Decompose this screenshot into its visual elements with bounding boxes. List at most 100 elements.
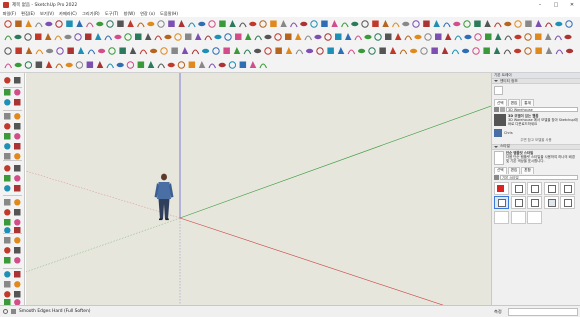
toolbar-tool-icon[interactable] [410,48,418,54]
toolbar-tool-icon[interactable] [157,63,166,69]
palette-tool-icon[interactable] [4,271,11,278]
toolbar-tool-icon[interactable] [259,20,267,28]
toolbar-tool-icon[interactable] [65,62,73,68]
toolbar-tool-icon[interactable] [494,22,502,28]
menu-window[interactable]: 창(W) [121,11,137,17]
menu-help[interactable]: 도움말(H) [157,11,180,17]
toolbar-tool-icon[interactable] [64,34,72,40]
toolbar-tool-icon[interactable] [392,22,400,28]
tab-styles-edit[interactable]: 편집 [507,166,521,174]
toolbar-tool-icon[interactable] [504,35,513,41]
toolbar-tool-icon[interactable] [150,48,158,54]
toolbar-tool-icon[interactable] [117,20,124,28]
palette-tool-icon[interactable] [4,123,11,130]
toolbar-tool-icon[interactable] [76,20,83,27]
toolbar-tool-icon[interactable] [259,63,268,69]
toolbar-tool-icon[interactable] [188,61,196,69]
toolbar-tool-icon[interactable] [24,61,33,69]
menu-draw[interactable]: 그리기(R) [79,11,102,17]
toolbar-tool-icon[interactable] [45,33,52,40]
toolbar-tool-icon[interactable] [167,62,175,68]
toolbar-tool-icon[interactable] [379,47,386,55]
toolbar-tool-icon[interactable] [160,47,168,55]
toolbar-tool-icon[interactable] [483,47,490,55]
style-thumbnail[interactable] [560,181,575,195]
toolbar-tool-icon[interactable] [219,20,226,28]
toolbar-tool-icon[interactable] [493,47,501,54]
toolbar-tool-icon[interactable] [535,20,542,27]
palette-tool-icon[interactable] [14,133,21,140]
toolbar-tool-icon[interactable] [275,47,282,55]
toolbar-tool-icon[interactable] [514,48,522,54]
tab-styles-select[interactable]: 선택 [494,166,507,174]
toolbar-tool-icon[interactable] [554,35,563,41]
toolbar-tool-icon[interactable] [389,47,397,54]
toolbar-tool-icon[interactable] [114,34,122,40]
toolbar-tool-icon[interactable] [443,22,451,28]
toolbar-tool-icon[interactable] [382,20,389,27]
toolbar-tool-icon[interactable] [358,48,366,54]
palette-tool-icon[interactable] [4,113,11,120]
toolbar-tool-icon[interactable] [174,33,182,41]
toolbar-tool-icon[interactable] [208,63,217,69]
palette-tool-icon[interactable] [14,123,21,130]
style-thumbnail-selected[interactable] [494,196,509,210]
toolbar-tool-icon[interactable] [202,48,210,54]
toolbar-tool-icon[interactable] [451,49,460,55]
palette-tool-icon[interactable] [14,291,21,298]
toolbar-tool-icon[interactable] [129,47,137,54]
style-thumbnail[interactable] [543,181,559,195]
toolbar-tool-icon[interactable] [274,33,282,41]
toolbar-tool-icon[interactable] [191,49,200,55]
palette-tool-icon[interactable] [14,257,21,264]
toolbar-tool-icon[interactable] [25,47,33,54]
toolbar-tool-icon[interactable] [171,47,178,55]
tab-statistics[interactable]: 통계 [521,99,534,106]
toolbar-tool-icon[interactable] [337,47,345,54]
toolbar-tool-icon[interactable] [295,33,302,40]
toolbar-tool-icon[interactable] [433,20,440,27]
toolbar-tool-icon[interactable] [137,61,145,69]
toolbar-tool-icon[interactable] [35,22,43,28]
toolbar-tool-icon[interactable] [372,20,379,28]
toolbar-tool-icon[interactable] [35,49,44,55]
palette-tool-icon[interactable] [14,237,21,244]
toolbar-tool-icon[interactable] [300,21,308,27]
toolbar-tool-icon[interactable] [280,20,287,27]
palette-tool-icon[interactable] [14,165,21,172]
toolbar-tool-icon[interactable] [106,63,115,69]
style-thumbnail[interactable] [527,196,542,210]
toolbar-tool-icon[interactable] [565,20,573,28]
toolbar-tool-icon[interactable] [420,47,428,55]
toolbar-tool-icon[interactable] [239,22,247,28]
toolbar-tool-icon[interactable] [15,47,22,55]
toolbar-tool-icon[interactable] [178,20,185,27]
toolbar-tool-icon[interactable] [245,33,252,40]
palette-tool-icon[interactable] [4,153,11,160]
toolbar-tool-icon[interactable] [4,35,13,41]
toolbar-tool-icon[interactable] [35,33,42,41]
toolbar-tool-icon[interactable] [331,20,338,27]
toolbar-tool-icon[interactable] [485,33,492,41]
toolbar-tool-icon[interactable] [181,47,189,54]
toolbar-tool-icon[interactable] [223,47,230,55]
toolbar-tool-icon[interactable] [441,47,449,54]
menu-camera[interactable]: 카메라(C) [56,11,79,17]
style-thumbnail[interactable] [560,196,575,210]
toolbar-tool-icon[interactable] [124,33,132,41]
toolbar-tool-icon[interactable] [243,49,252,55]
toolbar-tool-icon[interactable] [316,47,324,55]
toolbar-tool-icon[interactable] [404,35,413,41]
toolbar-tool-icon[interactable] [46,48,54,54]
toolbar-tool-icon[interactable] [104,35,113,41]
palette-tool-icon[interactable] [14,271,21,278]
toolbar-tool-icon[interactable] [484,20,491,27]
toolbar-tool-icon[interactable] [233,47,241,54]
toolbar-tool-icon[interactable] [503,49,512,55]
toolbar-tool-icon[interactable] [424,33,432,41]
toolbar-tool-icon[interactable] [347,49,356,55]
toolbar-tool-icon[interactable] [116,62,124,68]
toolbar-tool-icon[interactable] [361,20,369,28]
toolbar-tool-icon[interactable] [126,61,135,69]
toolbar-tool-icon[interactable] [135,33,142,41]
